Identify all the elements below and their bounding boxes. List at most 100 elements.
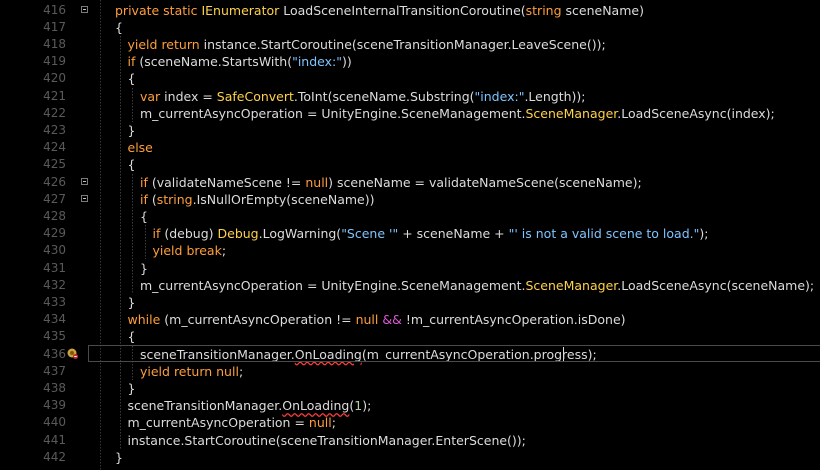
code-token: { (127, 71, 136, 87)
code-text[interactable]: { (128, 70, 136, 87)
code-token: else (127, 140, 153, 156)
line-number: 417 (43, 19, 66, 34)
code-token: "Scene '" (341, 226, 399, 242)
code-text[interactable]: } (128, 380, 136, 397)
code-token: 1 (354, 398, 363, 414)
code-line[interactable]: 425 { (0, 156, 820, 173)
code-token: .Length)); (524, 88, 586, 104)
code-token: yield return null (140, 363, 239, 379)
indent-guide (132, 173, 133, 294)
indent-guide (145, 225, 146, 260)
code-line[interactable]: 421 var index = SafeConvert.ToInt(sceneNa… (0, 88, 820, 105)
code-line[interactable]: 429 if (debug) Debug.LogWarning("Scene '"… (0, 225, 820, 242)
code-text[interactable]: { (128, 328, 136, 345)
code-text[interactable]: private static IEnumerator LoadSceneInte… (115, 2, 644, 19)
current-line-highlight (88, 345, 820, 362)
code-token: } (127, 122, 136, 138)
code-token: "index:" (292, 54, 342, 70)
code-line[interactable]: 439 sceneTransitionManager.OnLoading(1); (0, 397, 820, 414)
code-token: SceneManager (525, 105, 618, 121)
code-line[interactable]: 417 { (0, 19, 820, 36)
code-line[interactable]: 426 if (validateNameScene != null) sceneN… (0, 174, 820, 191)
code-editor[interactable]: 416 private static IEnumerator LoadSceneI… (0, 0, 820, 470)
code-text[interactable]: } (128, 122, 136, 139)
line-number: 430 (43, 243, 66, 258)
code-text[interactable]: while (m_currentAsyncOperation != null &… (128, 311, 626, 328)
line-number: 419 (43, 54, 66, 69)
code-line[interactable]: 431} (0, 260, 820, 277)
code-text[interactable]: m_currentAsyncOperation = UnityEngine.Sc… (140, 105, 775, 122)
code-line[interactable]: 435 { (0, 328, 820, 345)
code-text[interactable]: { (115, 19, 123, 36)
code-line[interactable]: 441 instance.StartCoroutine(sceneTransiti… (0, 432, 820, 449)
line-number: 431 (43, 260, 66, 275)
code-token: sceneName) (561, 2, 644, 18)
code-line[interactable]: 434 while (m_currentAsyncOperation != nul… (0, 311, 820, 328)
code-line[interactable]: 416 private static IEnumerator LoadSceneI… (0, 2, 820, 19)
code-line[interactable]: 433} (0, 294, 820, 311)
code-token: ); (699, 226, 709, 242)
indent-guide (120, 35, 121, 449)
code-line[interactable]: 422 m_currentAsyncOperation = UnityEngine… (0, 105, 820, 122)
collapse-icon[interactable] (81, 194, 88, 202)
code-text[interactable]: if (debug) Debug.LogWarning("Scene '" + … (153, 225, 709, 242)
line-number: 429 (43, 226, 66, 241)
code-token: + sceneName + (398, 226, 509, 242)
code-token: ; (221, 243, 227, 259)
code-text[interactable]: sceneTransitionManager.OnLoading(1); (128, 397, 372, 414)
code-line[interactable]: 424 else (0, 139, 820, 156)
code-text[interactable]: } (128, 294, 136, 311)
code-text[interactable]: m_currentAsyncOperation = null; (128, 414, 336, 431)
code-token: { (115, 19, 123, 35)
code-line[interactable]: 440 m_currentAsyncOperation = null; (0, 414, 820, 431)
code-line[interactable]: 428 { (0, 208, 820, 225)
code-token: { (140, 208, 148, 224)
collapse-icon[interactable] (81, 177, 88, 185)
code-text[interactable]: instance.StartCoroutine(sceneTransitionM… (128, 432, 526, 449)
code-text[interactable]: } (140, 260, 148, 277)
code-line[interactable]: 442} (0, 449, 820, 466)
code-line[interactable]: 419 if (sceneName.StartsWith("index:")) (0, 53, 820, 70)
code-text[interactable]: else (128, 139, 153, 156)
code-text[interactable]: yield return null; (140, 363, 243, 380)
line-number: 433 (43, 294, 66, 309)
code-text[interactable]: } (115, 449, 123, 466)
code-text[interactable]: { (128, 156, 136, 173)
code-line[interactable]: 423} (0, 122, 820, 139)
collapse-icon[interactable] (81, 5, 88, 13)
code-token: (debug) (160, 226, 218, 242)
line-number: 432 (43, 277, 66, 292)
code-text[interactable]: yield return instance.StartCoroutine(sce… (128, 36, 606, 53)
code-token: instance.StartCoroutine(sceneTransitionM… (127, 432, 526, 448)
code-line[interactable]: 437 yield return null; (0, 363, 820, 380)
code-text[interactable]: var index = SafeConvert.ToInt(sceneName.… (140, 88, 586, 105)
code-text[interactable]: m_currentAsyncOperation = UnityEngine.Sc… (140, 277, 814, 294)
code-text[interactable]: { (140, 208, 148, 225)
code-token: OnLoading (282, 398, 350, 414)
code-token: while (127, 312, 161, 328)
line-number: 441 (43, 432, 66, 447)
code-token: null (355, 312, 379, 328)
code-token: .ToInt(sceneName.Substring( (293, 88, 475, 104)
code-token: index = (160, 88, 217, 104)
code-line[interactable]: 418 yield return instance.StartCoroutine(… (0, 36, 820, 53)
code-text[interactable]: if (validateNameScene != null) sceneName… (140, 174, 642, 191)
code-text[interactable]: yield break; (153, 242, 227, 259)
code-line[interactable]: 427 if (string.IsNullOrEmpty(sceneName)) (0, 191, 820, 208)
breakpoint-warning-icon[interactable] (67, 348, 78, 359)
code-text[interactable]: if (sceneName.StartsWith("index:")) (128, 53, 352, 70)
line-number: 436 (43, 346, 66, 361)
line-number: 418 (43, 36, 66, 51)
code-line[interactable]: 430 yield break; (0, 242, 820, 259)
code-token: private static (115, 2, 202, 18)
code-token: var (140, 88, 161, 104)
code-line[interactable]: 420 { (0, 70, 820, 87)
code-line[interactable]: 432 m_currentAsyncOperation = UnityEngine… (0, 277, 820, 294)
line-number: 421 (43, 88, 66, 103)
code-token: yield return (127, 36, 200, 52)
code-token: m_currentAsyncOperation = UnityEngine.Sc… (140, 277, 526, 293)
code-line[interactable]: 438} (0, 380, 820, 397)
line-number: 420 (43, 71, 66, 86)
line-number: 424 (43, 140, 66, 155)
code-text[interactable]: if (string.IsNullOrEmpty(sceneName)) (140, 191, 375, 208)
